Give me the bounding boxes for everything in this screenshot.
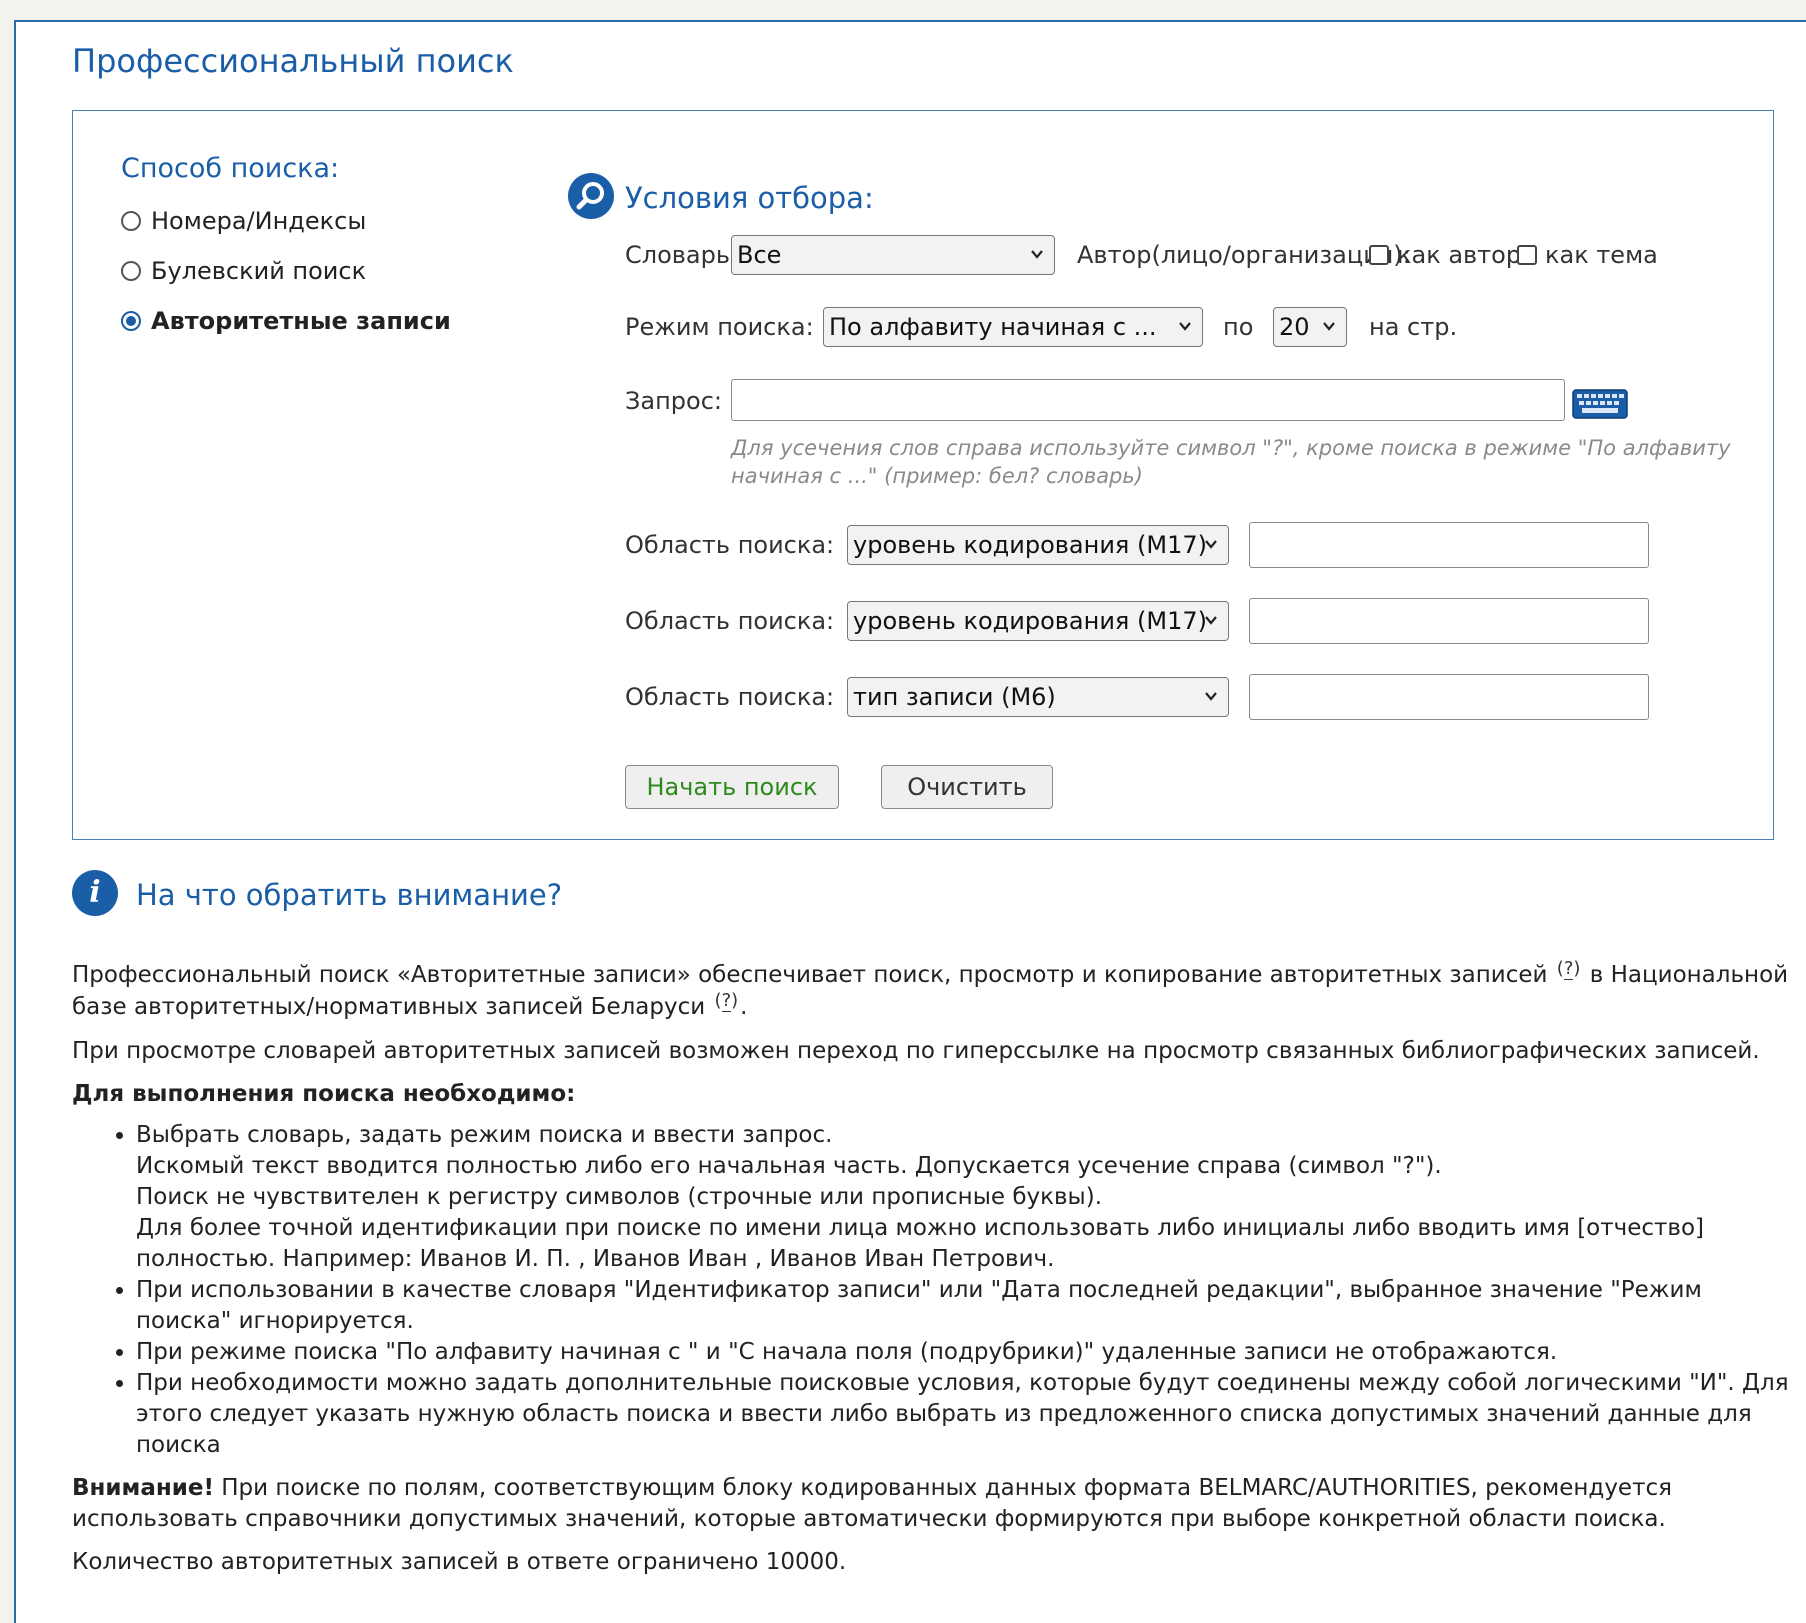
info-paragraph: При просмотре словарей авторитетных запи…	[72, 1038, 1760, 1064]
search-mode-select[interactable]: По алфавиту начиная с ...	[823, 307, 1203, 347]
clear-button[interactable]: Очистить	[881, 765, 1053, 809]
search-area-select-value: тип записи (М6)	[853, 683, 1056, 711]
warning-paragraph: Внимание! При поиске по полям, соответст…	[72, 1473, 1792, 1535]
info-paragraph: Профессиональный поиск «Авторитетные зап…	[72, 958, 1792, 1024]
info-text: Профессиональный поиск «Авторитетные зап…	[72, 962, 1548, 988]
list-item: При использовании в качестве словаря "Ид…	[136, 1275, 1792, 1337]
search-area-value-input[interactable]	[1249, 598, 1649, 644]
radio-authority-records[interactable]: Авторитетные записи	[121, 307, 451, 335]
start-search-button[interactable]: Начать поиск	[625, 765, 839, 809]
warning-text: При поиске по полям, соответствующим бло…	[72, 1475, 1672, 1532]
info-text: .	[740, 994, 748, 1020]
chevron-down-icon	[1179, 322, 1191, 331]
radio-label: Булевский поиск	[151, 257, 367, 285]
as-subject-label: как тема	[1545, 241, 1658, 269]
search-area-select[interactable]: тип записи (М6)	[847, 677, 1229, 717]
query-hint: Для усечения слов справа используйте сим…	[731, 436, 1731, 488]
chevron-down-icon	[1205, 616, 1217, 625]
as-author-label: как автор	[1397, 241, 1522, 269]
limit-note: Количество авторитетных записей в ответе…	[72, 1549, 847, 1575]
search-area-value-input[interactable]	[1249, 674, 1649, 720]
help-icon[interactable]: (?)	[715, 985, 738, 1016]
per-page-select[interactable]: 20	[1273, 307, 1347, 347]
list-item: При необходимости можно задать дополните…	[136, 1368, 1792, 1461]
page-title: Профессиональный поиск	[72, 42, 514, 80]
page-frame: Профессиональный поиск Способ поиска: Но…	[14, 20, 1806, 1623]
per-page-select-value: 20	[1279, 313, 1310, 341]
help-icon[interactable]: (?)	[1557, 953, 1580, 984]
list-item: При режиме поиска "По алфавиту начиная с…	[136, 1337, 1792, 1368]
search-area-select-value: уровень кодирования (М17)	[853, 531, 1207, 559]
help-mark: ?	[721, 990, 732, 1012]
dictionary-select[interactable]: Все	[731, 235, 1055, 275]
as-author-checkbox[interactable]	[1369, 245, 1389, 265]
instructions-heading: Для выполнения поиска необходимо:	[72, 1081, 576, 1107]
radio-label: Номера/Индексы	[151, 207, 367, 235]
radio-label: Авторитетные записи	[151, 307, 451, 335]
list-item-line: Искомый текст вводится полностью либо ег…	[136, 1153, 1442, 1179]
list-item-line: Для более точной идентификации при поиск…	[136, 1215, 1705, 1272]
help-mark: ?	[1563, 958, 1574, 980]
chevron-down-icon	[1205, 540, 1217, 549]
search-area-label: Область поиска:	[625, 607, 835, 635]
warning-label: Внимание!	[72, 1475, 214, 1501]
search-area-label: Область поиска:	[625, 531, 835, 559]
per-page-prefix: по	[1223, 313, 1254, 341]
dictionary-select-value: Все	[737, 241, 782, 269]
search-method-title: Способ поиска:	[121, 153, 340, 184]
chevron-down-icon	[1205, 692, 1217, 701]
search-form-panel: Способ поиска: Номера/Индексы Булевский …	[72, 110, 1774, 840]
radio-button[interactable]	[121, 211, 141, 231]
chevron-down-icon	[1323, 322, 1335, 331]
as-subject-checkbox[interactable]	[1517, 245, 1537, 265]
search-mode-label: Режим поиска:	[625, 313, 814, 341]
chevron-down-icon	[1031, 250, 1043, 259]
search-mode-select-value: По алфавиту начиная с ...	[829, 313, 1157, 341]
keyboard-icon[interactable]	[1572, 389, 1628, 419]
search-area-value-input[interactable]	[1249, 522, 1649, 568]
per-page-suffix: на стр.	[1369, 313, 1458, 341]
search-area-select[interactable]: уровень кодирования (М17)	[847, 525, 1229, 565]
list-item-line: Поиск не чувствителен к регистру символо…	[136, 1184, 1102, 1210]
radio-numbers-indexes[interactable]: Номера/Индексы	[121, 207, 366, 235]
info-title: На что обратить внимание?	[136, 878, 563, 912]
query-label: Запрос:	[625, 387, 722, 415]
search-area-select-value: уровень кодирования (М17)	[853, 607, 1207, 635]
query-input[interactable]	[731, 379, 1565, 421]
info-body: Профессиональный поиск «Авторитетные зап…	[72, 958, 1792, 1590]
list-item: Выбрать словарь, задать режим поиска и в…	[136, 1120, 1792, 1275]
info-icon: i	[72, 870, 118, 916]
dictionary-label: Словарь:	[625, 241, 739, 269]
search-area-select[interactable]: уровень кодирования (М17)	[847, 601, 1229, 641]
conditions-title: Условия отбора:	[625, 181, 874, 215]
radio-button-selected[interactable]	[121, 311, 141, 331]
author-label: Автор(лицо/организация):	[1077, 241, 1411, 269]
radio-boolean-search[interactable]: Булевский поиск	[121, 257, 366, 285]
search-icon	[568, 173, 614, 219]
list-item-line: Выбрать словарь, задать режим поиска и в…	[136, 1122, 833, 1148]
instructions-list: Выбрать словарь, задать режим поиска и в…	[72, 1120, 1792, 1461]
radio-button[interactable]	[121, 261, 141, 281]
search-area-label: Область поиска:	[625, 683, 835, 711]
